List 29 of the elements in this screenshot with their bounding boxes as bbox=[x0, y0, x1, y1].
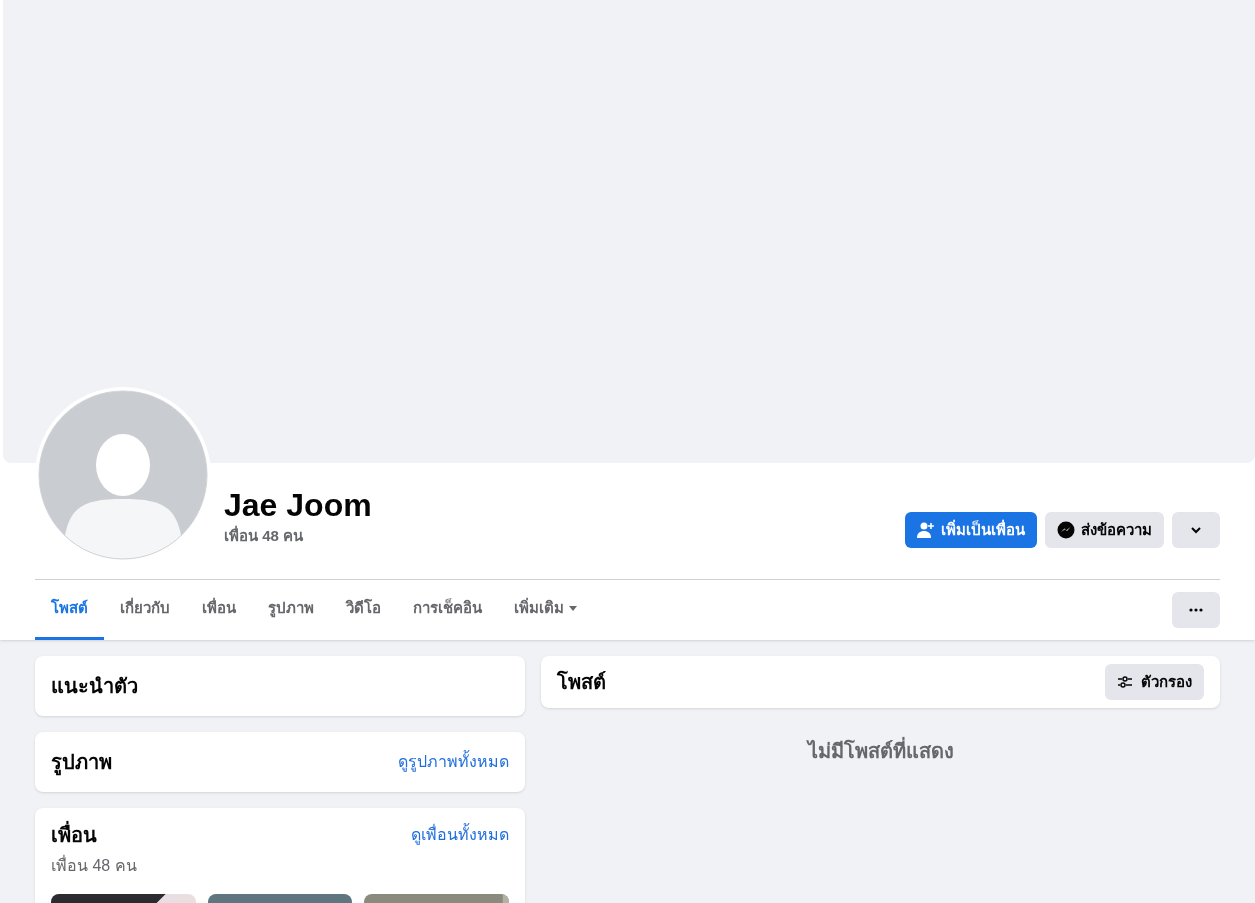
profile-tab[interactable]: เกี่ยวกับ bbox=[104, 580, 186, 640]
profile-tab[interactable]: การเช็คอิน bbox=[397, 580, 498, 640]
more-options-button[interactable] bbox=[1172, 592, 1220, 628]
filter-icon bbox=[1117, 676, 1133, 688]
chevron-down-icon bbox=[1190, 526, 1202, 534]
card-title: โพสต์ bbox=[557, 669, 606, 695]
message-button[interactable]: ส่งข้อความ bbox=[1045, 512, 1164, 548]
profile-tab[interactable]: เพื่อน bbox=[186, 580, 252, 640]
messenger-icon bbox=[1057, 521, 1075, 539]
card-title: แนะนำตัว bbox=[51, 674, 138, 699]
more-icon bbox=[1189, 608, 1203, 612]
card-title: เพื่อน bbox=[51, 820, 97, 850]
caret-icon bbox=[568, 605, 578, 612]
card-title: รูปภาพ bbox=[51, 747, 112, 777]
profile-name: Jae Joom bbox=[224, 486, 372, 525]
add-person-icon bbox=[917, 522, 935, 538]
avatar[interactable] bbox=[35, 387, 211, 563]
friend-count[interactable]: เพื่อน 48 คน bbox=[224, 525, 372, 548]
profile-tab[interactable]: โพสต์ bbox=[35, 580, 104, 640]
profile-tab[interactable]: วิดีโอ bbox=[330, 580, 397, 640]
empty-message: ไม่มีโพสต์ที่แสดง bbox=[807, 736, 954, 766]
see-all-photos-link[interactable]: ดูรูปภาพทั้งหมด bbox=[398, 750, 509, 774]
filter-button[interactable]: ตัวกรอง bbox=[1105, 664, 1204, 700]
add-friend-button[interactable]: เพิ่มเป็นเพื่อน bbox=[905, 512, 1037, 548]
profile-tab[interactable]: เพิ่มเติม bbox=[498, 580, 594, 640]
profile-tab[interactable]: รูปภาพ bbox=[252, 580, 330, 640]
see-all-friends-link[interactable]: ดูเพื่อนทั้งหมด bbox=[411, 823, 509, 847]
dropdown-button[interactable] bbox=[1172, 512, 1220, 548]
friend-count: เพื่อน 48 คน bbox=[51, 854, 138, 876]
